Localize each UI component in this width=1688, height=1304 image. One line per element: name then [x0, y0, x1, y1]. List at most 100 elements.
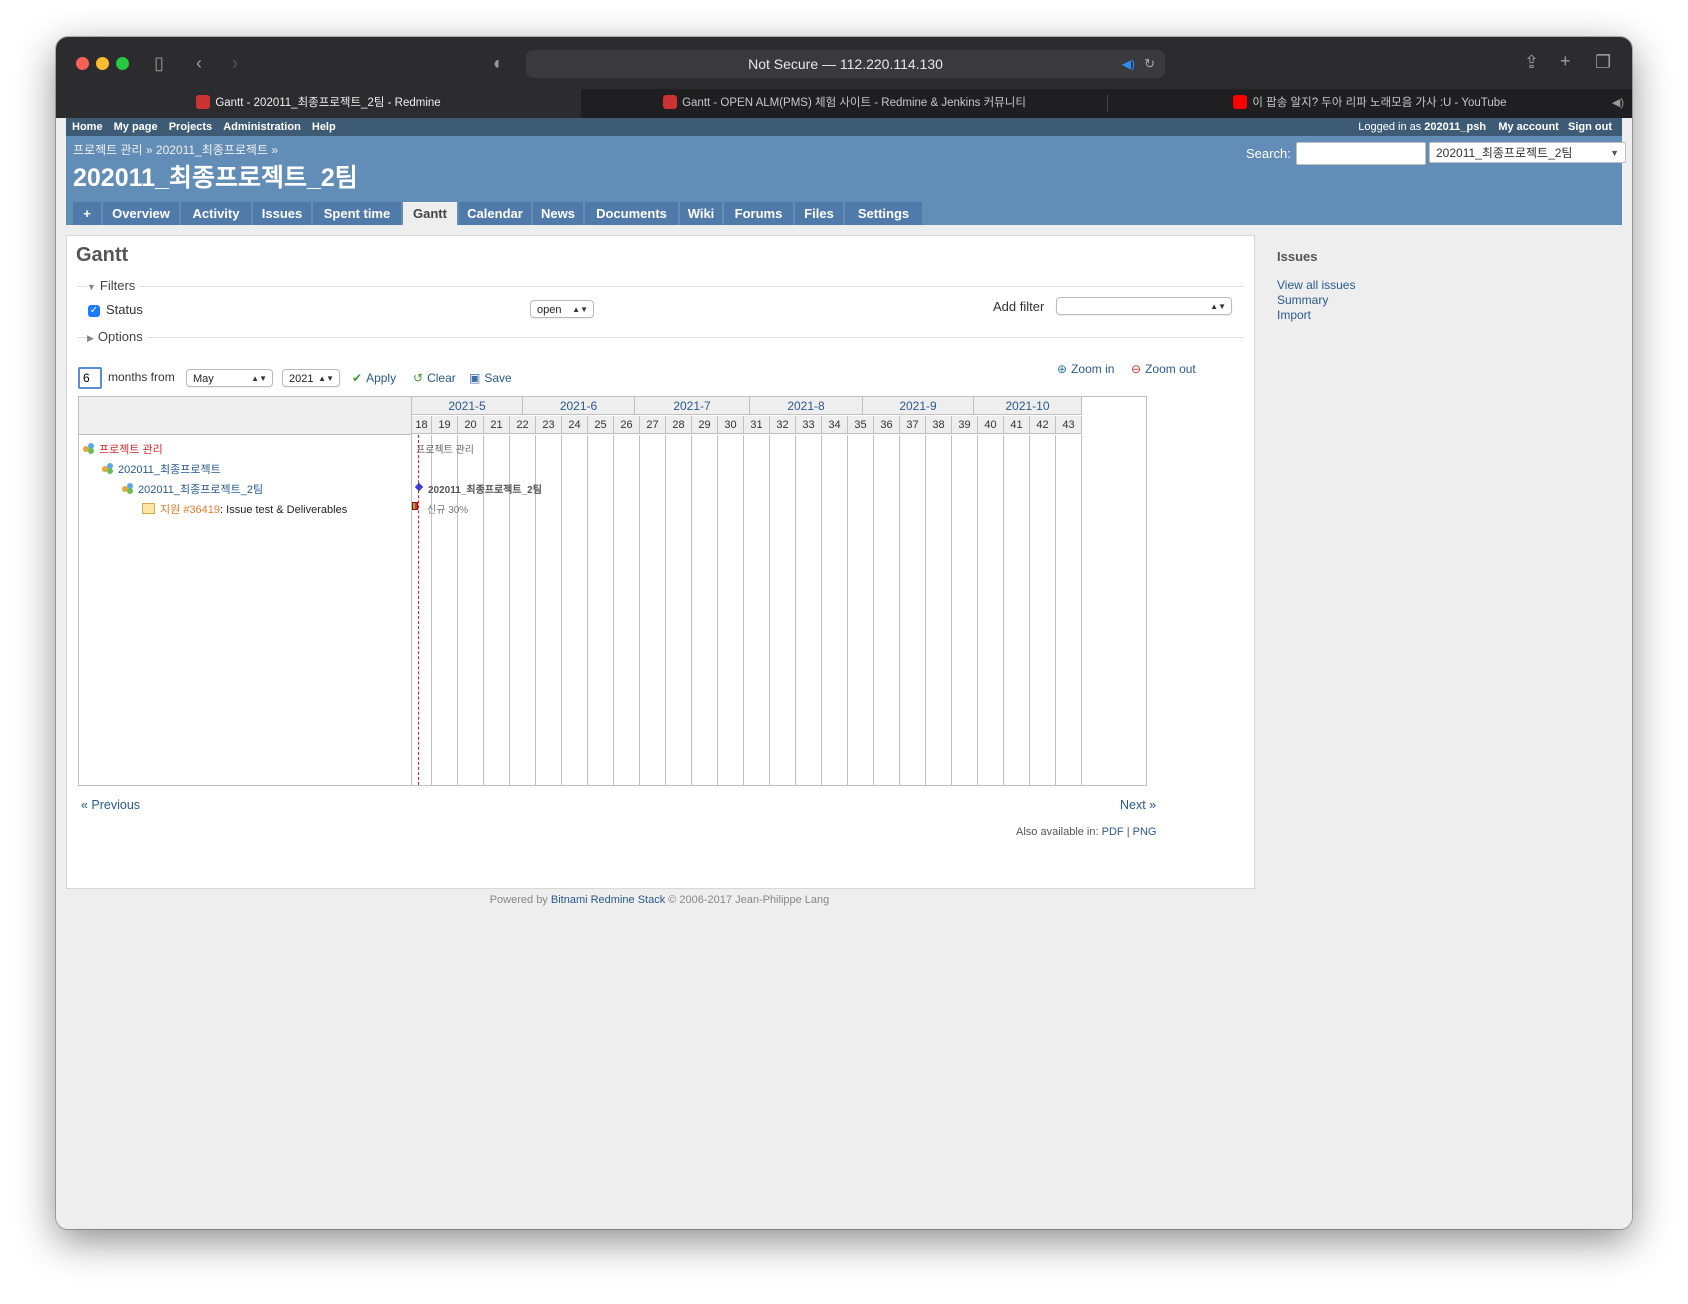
my-account-link[interactable]: My account — [1498, 121, 1559, 133]
status-checkbox[interactable]: ✓ — [88, 305, 100, 317]
zoom-window-button[interactable] — [116, 57, 129, 70]
zoom-out-icon: ⊖ — [1131, 362, 1142, 376]
audio-playing-icon[interactable]: ◀) — [1612, 89, 1624, 118]
gantt-week-gridline — [873, 435, 874, 785]
filters-legend[interactable]: ▼ Filters — [87, 278, 140, 293]
sign-out-link[interactable]: Sign out — [1568, 121, 1612, 133]
footer-stack-link[interactable]: Bitnami Redmine Stack — [551, 894, 665, 906]
tab-forums[interactable]: Forums — [724, 202, 793, 225]
project-name-link[interactable]: 202011_최종프로젝트 — [118, 464, 221, 476]
tab-spent-time[interactable]: Spent time — [313, 202, 401, 225]
gantt-row-project[interactable]: 202011_최종프로젝트 — [102, 461, 221, 477]
redmine-favicon-icon — [663, 95, 678, 109]
breadcrumb[interactable]: 프로젝트 관리 » 202011_최종프로젝트 » — [73, 141, 278, 158]
gantt-week-header: 37 — [900, 416, 926, 434]
top-menu-home[interactable]: Home — [72, 121, 103, 133]
browser-tab-gantt[interactable]: Gantt - 202011_최종프로젝트_2팀 - Redmine — [56, 89, 581, 118]
page-title: 202011_최종프로젝트_2팀 — [73, 164, 358, 192]
search-input[interactable] — [1296, 142, 1426, 165]
project-jump-select[interactable]: 202011_최종프로젝트_2팀 ▼ — [1429, 142, 1626, 163]
forward-icon[interactable]: › — [232, 53, 238, 73]
clear-link[interactable]: ↺ Clear — [413, 371, 456, 385]
share-icon[interactable]: ⇪ — [1524, 52, 1539, 72]
tab-news[interactable]: News — [533, 202, 583, 225]
gantt-week-header: 36 — [874, 416, 900, 434]
export-separator: | — [1126, 826, 1130, 838]
next-link[interactable]: Next » — [1120, 798, 1156, 812]
issue-bar-status: 신규 — [427, 505, 446, 516]
new-tab-icon[interactable]: + — [1560, 51, 1571, 71]
gantt-month-header[interactable]: 2021-7 — [635, 397, 750, 415]
png-export-link[interactable]: PNG — [1133, 826, 1157, 838]
sidebar-link-import[interactable]: Import — [1277, 308, 1617, 323]
tab-wiki[interactable]: Wiki — [680, 202, 722, 225]
status-operator-select[interactable]: open ▲▼ — [530, 300, 594, 318]
privacy-shield-icon[interactable]: ◐ — [493, 53, 504, 73]
tab-settings[interactable]: Settings — [845, 202, 922, 225]
issue-id-link[interactable]: #36419 — [183, 504, 220, 516]
gantt-month-header[interactable]: 2021-6 — [523, 397, 635, 415]
tab-gantt[interactable]: Gantt — [403, 202, 457, 225]
gantt-week-header: 30 — [718, 416, 744, 434]
zoom-out-link[interactable]: ⊖ Zoom out — [1131, 362, 1196, 376]
top-menu-help[interactable]: Help — [312, 121, 336, 133]
speaker-icon[interactable]: ◀) — [1122, 50, 1135, 78]
save-link[interactable]: ▣ Save — [469, 371, 512, 385]
status-label: Status — [106, 302, 143, 317]
gantt-week-gridline — [691, 435, 692, 785]
gantt-week-gridline — [561, 435, 562, 785]
zoom-in-link[interactable]: ⊕ Zoom in — [1057, 362, 1114, 376]
top-menu-administration[interactable]: Administration — [223, 121, 301, 133]
minimize-window-button[interactable] — [96, 57, 109, 70]
address-bar[interactable]: Not Secure — 112.220.114.130 ◀) ↻ — [526, 50, 1165, 78]
gantt-week-header: 34 — [822, 416, 848, 434]
options-legend[interactable]: ▶ Options — [87, 329, 147, 344]
gantt-subjects-column: 프로젝트 관리 202011_최종프로젝트 202011_최종프로젝트_2팀 지… — [79, 397, 412, 785]
top-menu: Home My page Projects Administration Hel… — [66, 118, 1622, 136]
months-from-label: months from — [108, 370, 175, 384]
top-menu-projects[interactable]: Projects — [169, 121, 212, 133]
project-name-link[interactable]: 202011_최종프로젝트_2팀 — [138, 484, 263, 496]
months-input[interactable]: 6 — [78, 367, 102, 389]
tab-overview[interactable]: Overview — [103, 202, 179, 225]
tab-new-object[interactable]: + — [73, 202, 101, 225]
gantt-month-header[interactable]: 2021-5 — [412, 397, 523, 415]
sidebar-toggle-icon[interactable]: ▯ — [154, 53, 164, 73]
issue-bar-progress — [413, 503, 415, 509]
close-window-button[interactable] — [76, 57, 89, 70]
gantt-week-header: 21 — [484, 416, 510, 434]
project-name-link[interactable]: 프로젝트 관리 — [99, 444, 163, 456]
sidebar-heading: Issues — [1277, 249, 1318, 264]
gantt-week-gridline — [821, 435, 822, 785]
logged-in-user-link[interactable]: 202011_psh — [1424, 121, 1486, 133]
gantt-month-header[interactable]: 2021-10 — [974, 397, 1082, 415]
sidebar-link-summary[interactable]: Summary — [1277, 293, 1617, 308]
pdf-export-link[interactable]: PDF — [1102, 826, 1124, 838]
issue-bar[interactable] — [412, 502, 418, 510]
gantt-week-gridline — [951, 435, 952, 785]
tab-overview-icon[interactable]: ❐ — [1595, 52, 1611, 72]
reload-icon[interactable]: ↻ — [1144, 50, 1155, 78]
tab-files[interactable]: Files — [795, 202, 843, 225]
gantt-month-header[interactable]: 2021-9 — [863, 397, 974, 415]
zoom-in-label: Zoom in — [1071, 362, 1115, 376]
top-menu-my-page[interactable]: My page — [114, 121, 158, 133]
sidebar-link-view-all-issues[interactable]: View all issues — [1277, 278, 1617, 293]
browser-tab-open-alm[interactable]: Gantt - OPEN ALM(PMS) 체험 사이트 - Redmine &… — [582, 89, 1107, 118]
tab-activity[interactable]: Activity — [181, 202, 251, 225]
add-filter-select[interactable]: ▲▼ — [1056, 297, 1232, 315]
zoom-in-icon: ⊕ — [1057, 362, 1068, 376]
gantt-row-issue[interactable]: 지원 #36419: Issue test & Deliverables — [142, 501, 347, 517]
gantt-row-project[interactable]: 프로젝트 관리 — [83, 441, 163, 457]
browser-tab-youtube[interactable]: 이 팝송 알지? 두아 리파 노래모음 가사 :U - YouTube ◀) — [1108, 89, 1632, 118]
tab-issues[interactable]: Issues — [253, 202, 311, 225]
tab-documents[interactable]: Documents — [585, 202, 678, 225]
back-icon[interactable]: ‹ — [196, 53, 202, 73]
month-select[interactable]: May ▲▼ — [186, 369, 273, 387]
gantt-month-header[interactable]: 2021-8 — [750, 397, 863, 415]
apply-link[interactable]: ✔ Apply — [352, 371, 396, 385]
year-select[interactable]: 2021 ▲▼ — [282, 369, 340, 387]
gantt-row-project[interactable]: 202011_최종프로젝트_2팀 — [122, 481, 263, 497]
tab-calendar[interactable]: Calendar — [459, 202, 531, 225]
previous-link[interactable]: « Previous — [81, 798, 140, 812]
